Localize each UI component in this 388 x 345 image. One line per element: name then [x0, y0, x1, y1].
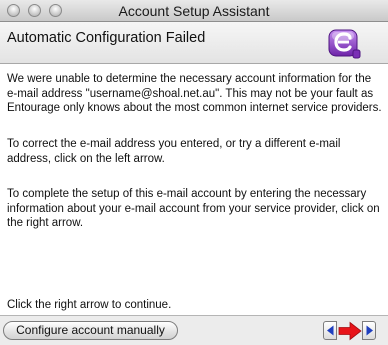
- arrow-left-icon: [327, 325, 334, 336]
- title-bar: Account Setup Assistant: [0, 0, 388, 22]
- red-arrow-right-icon: [338, 321, 362, 341]
- entourage-logo-icon: [328, 29, 361, 59]
- window-title: Account Setup Assistant: [118, 3, 270, 19]
- content-pane: We were unable to determine the necessar…: [0, 64, 388, 316]
- configure-manually-button[interactable]: Configure account manually: [3, 321, 178, 340]
- page-title: Automatic Configuration Failed: [7, 30, 206, 46]
- account-setup-window: Account Setup Assistant Automatic Config…: [0, 0, 388, 345]
- navigation-arrows: [323, 321, 376, 341]
- footer-bar: Configure account manually: [0, 316, 388, 345]
- failure-explanation-text: We were unable to determine the necessar…: [7, 73, 382, 114]
- left-arrow-instruction-text: To correct the e-mail address you entere…: [7, 138, 341, 165]
- arrow-right-icon: [366, 325, 373, 336]
- previous-button[interactable]: [323, 321, 337, 340]
- page-header: Automatic Configuration Failed: [0, 22, 388, 64]
- next-button[interactable]: [362, 321, 376, 340]
- right-arrow-instruction-text: To complete the setup of this e-mail acc…: [7, 188, 380, 229]
- continue-instruction-text: Click the right arrow to continue.: [7, 299, 172, 311]
